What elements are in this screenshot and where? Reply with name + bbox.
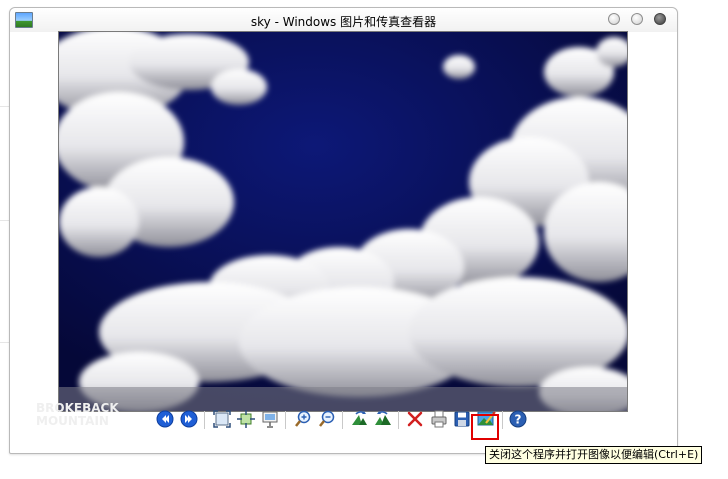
next-icon [180, 410, 198, 428]
toolbar-separator [204, 411, 205, 429]
edit-button-highlight [471, 414, 499, 440]
print-button[interactable] [429, 409, 449, 429]
zoom-in-icon [295, 410, 311, 427]
delete-button[interactable] [405, 409, 425, 429]
slideshow-button[interactable] [260, 409, 280, 429]
maximize-button[interactable] [631, 13, 643, 25]
toolbar-separator [285, 411, 286, 429]
edit-tooltip: 关闭这个程序并打开图像以便编辑(Ctrl+E) [485, 446, 703, 464]
sky-photo [59, 32, 627, 411]
save-button[interactable] [452, 409, 472, 429]
save-icon [454, 411, 470, 427]
toolbar-separator [502, 411, 503, 429]
rotate-counterclockwise-button[interactable] [373, 409, 393, 429]
zoom-in-button[interactable] [293, 409, 313, 429]
rotate-counterclockwise-icon [375, 411, 391, 425]
help-icon: ? [509, 410, 527, 428]
close-button[interactable] [654, 13, 666, 25]
actual-size-button[interactable] [236, 409, 256, 429]
image-display [58, 31, 628, 412]
toolbar-separator [398, 411, 399, 429]
watermark-line2: MOUNTAIN [36, 414, 109, 428]
zoom-out-icon [319, 410, 335, 427]
actual-size-icon [237, 410, 255, 428]
viewer-window: sky - Windows 图片和传真查看器 [9, 7, 678, 454]
next-image-button[interactable] [179, 409, 199, 429]
delete-icon [407, 411, 423, 427]
background-watermark: BROKEBACK MOUNTAIN [36, 402, 146, 432]
zoom-out-button[interactable] [317, 409, 337, 429]
best-fit-button[interactable] [212, 409, 232, 429]
window-title: sky - Windows 图片和传真查看器 [250, 15, 437, 29]
rotate-clockwise-icon [352, 411, 367, 425]
previous-image-button[interactable] [155, 409, 175, 429]
svg-text:?: ? [515, 413, 522, 427]
help-button[interactable]: ? [508, 409, 528, 429]
rotate-clockwise-button[interactable] [350, 409, 370, 429]
toolbar-separator [342, 411, 343, 429]
title-bar[interactable]: sky - Windows 图片和传真查看器 [10, 8, 677, 32]
minimize-button[interactable] [608, 13, 620, 25]
best-fit-icon [213, 410, 231, 428]
slideshow-icon [262, 411, 278, 428]
print-icon [431, 410, 447, 428]
previous-icon [156, 410, 174, 428]
